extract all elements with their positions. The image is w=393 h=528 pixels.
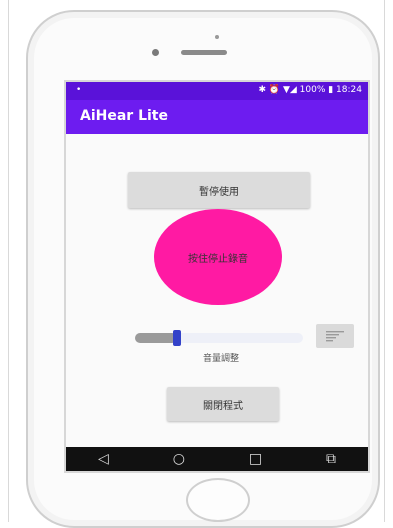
volume-slider-thumb[interactable]	[173, 330, 181, 346]
app-title: AiHear Lite	[80, 108, 168, 124]
front-camera-icon	[215, 35, 219, 39]
recents-icon[interactable]: □	[249, 452, 262, 466]
text-align-icon	[326, 331, 344, 342]
record-button-label: 按住停止錄音	[188, 253, 248, 265]
volume-slider-fill	[135, 333, 177, 343]
volume-label: 音量調整	[202, 354, 239, 364]
text-settings-button[interactable]	[316, 324, 354, 348]
app-bar: AiHear Lite	[66, 100, 368, 134]
pause-button[interactable]: 暫停使用	[128, 172, 310, 208]
right-frame-line	[384, 0, 385, 522]
status-icons: ✱ ⏰ ▼◢ 100% ▮ 18:24	[258, 85, 362, 95]
android-nav-bar: ◁ ○ □ ⧉	[66, 447, 368, 471]
left-frame-line	[8, 0, 9, 522]
back-icon[interactable]: ◁	[98, 452, 109, 466]
home-icon[interactable]: ○	[173, 452, 185, 466]
record-circle-button[interactable]: 按住停止錄音	[154, 209, 282, 305]
status-bar: • ✱ ⏰ ▼◢ 100% ▮ 18:24	[66, 82, 368, 100]
speaker-slot	[181, 50, 227, 55]
screenshot-icon[interactable]: ⧉	[326, 452, 336, 466]
sensor-dot-icon	[152, 49, 159, 56]
volume-slider[interactable]	[135, 330, 303, 346]
close-app-button[interactable]: 關閉程式	[167, 387, 279, 421]
phone-screen: • ✱ ⏰ ▼◢ 100% ▮ 18:24 AiHear Lite 暫停使用 按…	[64, 80, 370, 473]
notification-dot-icon: •	[76, 85, 82, 95]
phone-home-button[interactable]	[186, 478, 250, 522]
